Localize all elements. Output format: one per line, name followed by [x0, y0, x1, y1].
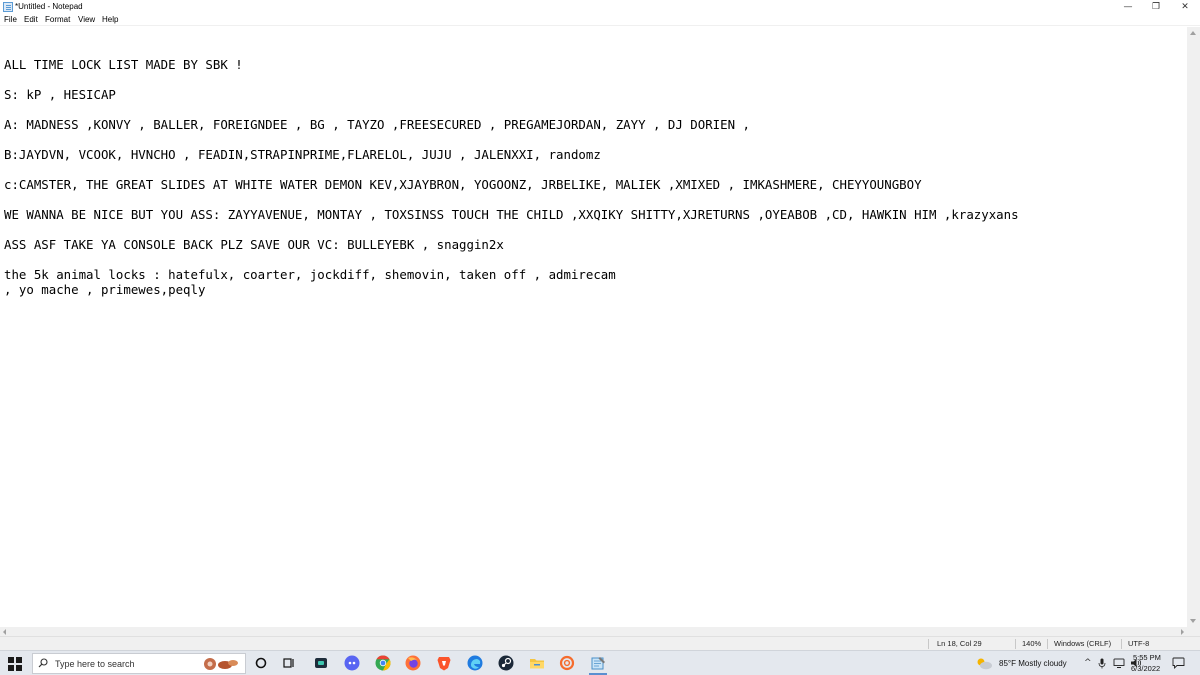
task-view-icon[interactable]	[281, 655, 297, 671]
clock-time[interactable]: 5:55 PM	[1133, 653, 1161, 663]
cursor-position: Ln 18, Col 29	[937, 639, 982, 648]
scroll-right-icon[interactable]	[1181, 629, 1184, 635]
text-line: ASS ASF TAKE YA CONSOLE BACK PLZ SAVE OU…	[4, 237, 504, 252]
menu-edit[interactable]: Edit	[24, 15, 38, 25]
vertical-scrollbar[interactable]	[1187, 27, 1200, 627]
encoding: UTF-8	[1128, 639, 1150, 648]
scroll-left-icon[interactable]	[3, 629, 6, 635]
text-line: ALL TIME LOCK LIST MADE BY SBK !	[4, 57, 243, 72]
search-highlight-icon	[204, 658, 238, 670]
notepad-icon[interactable]	[590, 655, 606, 671]
line-ending: Windows (CRLF)	[1054, 639, 1112, 648]
text-editor[interactable]: ALL TIME LOCK LIST MADE BY SBK ! S: kP ,…	[0, 27, 1187, 627]
taskbar: Type here to search 85°F Mostly cloudy ^…	[0, 650, 1200, 675]
windows-start-icon[interactable]	[8, 657, 22, 671]
chevron-up-icon[interactable]: ^	[1084, 658, 1092, 668]
notification-icon[interactable]	[1172, 657, 1185, 669]
taskbar-search[interactable]: Type here to search	[32, 653, 246, 674]
scrollbar-corner	[1187, 627, 1200, 636]
status-divider	[1121, 639, 1122, 649]
window-title: *Untitled - Notepad	[15, 2, 83, 11]
text-line: S: kP , HESICAP	[4, 87, 116, 102]
chrome-icon[interactable]	[375, 655, 391, 671]
restore-button[interactable]: ❐	[1141, 0, 1171, 14]
zoom-level: 140%	[1022, 639, 1042, 648]
menu-bar: File Edit Format View Help	[0, 14, 1200, 26]
search-placeholder: Type here to search	[55, 659, 135, 669]
minimize-button[interactable]: —	[1113, 0, 1143, 14]
text-line: the 5k animal locks : hatefulx, coarter,…	[4, 267, 616, 282]
menu-file[interactable]: File	[4, 15, 17, 25]
status-divider	[928, 639, 929, 649]
discord-icon[interactable]	[344, 655, 360, 671]
file-explorer-icon[interactable]	[529, 655, 545, 671]
firefox-icon[interactable]	[405, 655, 421, 671]
clock-date[interactable]: 6/3/2022	[1131, 664, 1160, 674]
status-divider	[1015, 639, 1016, 649]
menu-help[interactable]: Help	[102, 15, 118, 25]
weather-cloud-icon[interactable]	[975, 657, 993, 670]
close-button[interactable]: ✕	[1170, 0, 1200, 14]
weather-text[interactable]: 85°F Mostly cloudy	[999, 659, 1067, 669]
status-bar: Ln 18, Col 29 140% Windows (CRLF) UTF-8	[0, 636, 1200, 650]
text-line: B:JAYDVN, VCOOK, HVNCHO , FEADIN,STRAPIN…	[4, 147, 601, 162]
origin-icon[interactable]	[559, 655, 575, 671]
horizontal-scrollbar[interactable]	[0, 627, 1187, 636]
status-divider	[1047, 639, 1048, 649]
notepad-app-icon	[3, 2, 13, 12]
network-icon[interactable]	[1113, 658, 1125, 668]
title-bar: *Untitled - Notepad — ❐ ✕	[0, 0, 1200, 14]
microphone-icon[interactable]	[1098, 658, 1106, 669]
teams-chat-icon[interactable]	[313, 655, 329, 671]
brave-icon[interactable]	[436, 655, 452, 671]
steam-icon[interactable]	[498, 655, 514, 671]
cortana-icon[interactable]	[253, 655, 269, 671]
edge-icon[interactable]	[467, 655, 483, 671]
text-line: WE WANNA BE NICE BUT YOU ASS: ZAYYAVENUE…	[4, 207, 1019, 222]
search-icon	[38, 658, 48, 668]
scroll-up-icon[interactable]	[1190, 31, 1196, 35]
menu-view[interactable]: View	[78, 15, 95, 25]
text-line: c:CAMSTER, THE GREAT SLIDES AT WHITE WAT…	[4, 177, 922, 192]
text-line: A: MADNESS ,KONVY , BALLER, FOREIGNDEE ,…	[4, 117, 750, 132]
menu-format[interactable]: Format	[45, 15, 70, 25]
text-line: , yo mache , primewes,peqly	[4, 282, 206, 297]
scroll-down-icon[interactable]	[1190, 619, 1196, 623]
